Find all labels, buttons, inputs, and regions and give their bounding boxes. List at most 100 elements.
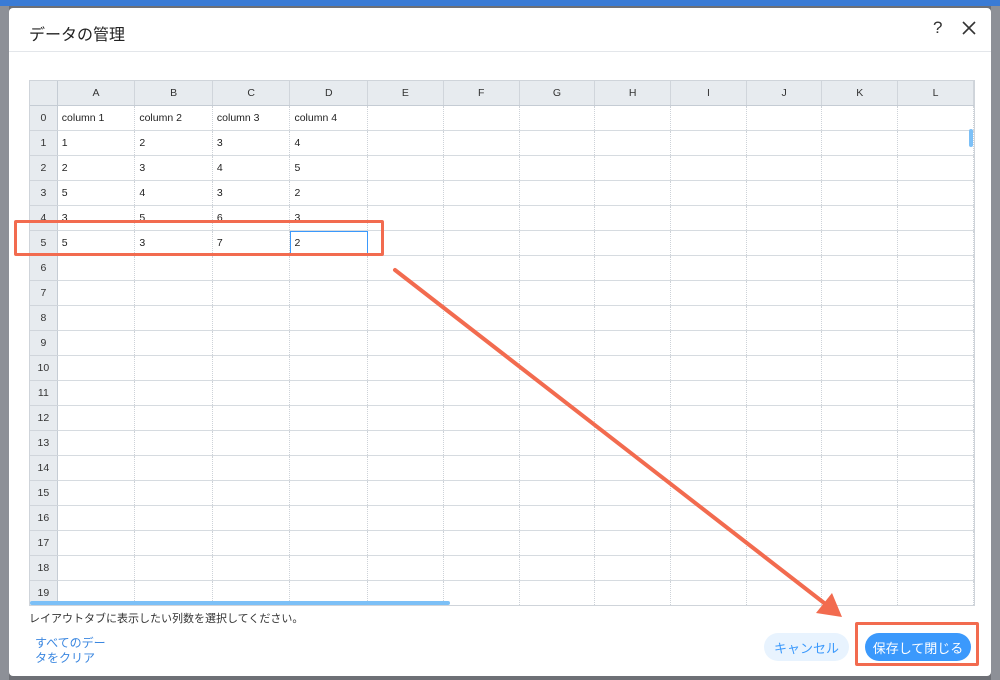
grid-cell[interactable] [594, 130, 672, 156]
grid-cell[interactable] [594, 580, 672, 605]
grid-cell[interactable]: 2 [134, 130, 213, 156]
grid-cell[interactable] [367, 155, 444, 181]
row-header[interactable]: 8 [30, 305, 58, 331]
grid-cell[interactable] [821, 555, 899, 581]
grid-cell[interactable] [289, 530, 369, 556]
grid-cell[interactable] [443, 305, 520, 331]
column-header[interactable]: K [821, 81, 899, 106]
grid-cell[interactable] [519, 455, 596, 481]
grid-cell[interactable] [212, 380, 291, 406]
grid-cell[interactable] [443, 255, 520, 281]
grid-cell[interactable]: 3 [212, 130, 291, 156]
grid-cell[interactable] [670, 455, 747, 481]
grid-cell[interactable] [57, 480, 136, 506]
grid-cell[interactable] [519, 430, 596, 456]
grid-cell[interactable] [212, 305, 291, 331]
grid-cell[interactable] [519, 405, 596, 431]
grid-cell[interactable] [134, 380, 213, 406]
grid-cell[interactable] [212, 280, 291, 306]
grid-cell[interactable] [594, 155, 672, 181]
column-header[interactable]: H [594, 81, 672, 106]
grid-cell[interactable] [594, 355, 672, 381]
grid-cell[interactable]: 4 [134, 180, 213, 206]
grid-cell[interactable] [746, 180, 823, 206]
grid-cell[interactable] [212, 480, 291, 506]
grid-cell[interactable] [443, 330, 520, 356]
grid-cell[interactable] [897, 130, 974, 156]
grid-cell[interactable] [443, 230, 520, 256]
grid-cell[interactable] [746, 105, 823, 131]
grid-cell[interactable] [367, 130, 444, 156]
grid-cell[interactable] [57, 430, 136, 456]
grid-cell[interactable] [519, 180, 596, 206]
grid-cell[interactable] [443, 105, 520, 131]
grid-cell[interactable] [443, 480, 520, 506]
row-header[interactable]: 13 [30, 430, 58, 456]
grid-cell[interactable] [519, 255, 596, 281]
grid-cell[interactable] [746, 305, 823, 331]
grid-cell[interactable] [821, 230, 899, 256]
row-header[interactable]: 15 [30, 480, 58, 506]
grid-cell[interactable] [212, 455, 291, 481]
grid-cell[interactable] [746, 455, 823, 481]
grid-cell[interactable] [594, 530, 672, 556]
grid-cell[interactable] [670, 330, 747, 356]
grid-cell[interactable] [519, 230, 596, 256]
grid-cell[interactable] [746, 355, 823, 381]
grid-cell[interactable] [897, 455, 974, 481]
grid-cell[interactable] [134, 405, 213, 431]
grid-cell[interactable] [519, 205, 596, 231]
grid-cell[interactable] [289, 555, 369, 581]
grid-cell[interactable] [897, 355, 974, 381]
grid-cell[interactable]: 4 [212, 155, 291, 181]
grid-cell[interactable] [57, 305, 136, 331]
grid-cell[interactable] [443, 405, 520, 431]
grid-cell[interactable] [821, 430, 899, 456]
grid-cell[interactable] [746, 130, 823, 156]
grid-cell[interactable] [594, 255, 672, 281]
grid-cell[interactable] [367, 280, 444, 306]
grid-cell[interactable] [821, 505, 899, 531]
grid-cell[interactable] [594, 205, 672, 231]
grid-cell[interactable] [289, 455, 369, 481]
grid-cell[interactable]: column 3 [212, 105, 291, 131]
grid-cell[interactable] [746, 155, 823, 181]
grid-cell[interactable] [670, 480, 747, 506]
clear-all-data-link[interactable]: すべてのデータをクリア [35, 636, 107, 666]
grid-cell[interactable] [746, 205, 823, 231]
grid-cell[interactable] [57, 505, 136, 531]
column-header[interactable]: C [212, 81, 291, 106]
grid-cell[interactable] [670, 405, 747, 431]
row-header[interactable]: 10 [30, 355, 58, 381]
grid-cell[interactable] [746, 555, 823, 581]
grid-cell[interactable] [134, 430, 213, 456]
grid-cell[interactable] [443, 180, 520, 206]
grid-cell[interactable] [746, 580, 823, 605]
grid-cell[interactable] [897, 380, 974, 406]
grid-cell[interactable] [443, 280, 520, 306]
grid-cell[interactable]: 5 [289, 155, 369, 181]
grid-cell[interactable] [289, 355, 369, 381]
grid-cell[interactable] [746, 330, 823, 356]
column-header[interactable]: I [670, 81, 747, 106]
grid-cell[interactable] [57, 255, 136, 281]
grid-cell[interactable] [897, 480, 974, 506]
grid-cell[interactable] [212, 505, 291, 531]
grid-cell[interactable] [57, 355, 136, 381]
grid-cell[interactable] [134, 330, 213, 356]
grid-cell[interactable] [212, 355, 291, 381]
grid-cell[interactable] [134, 530, 213, 556]
grid-cell[interactable] [367, 555, 444, 581]
grid-cell[interactable] [443, 130, 520, 156]
grid-cell[interactable] [821, 155, 899, 181]
grid-cell[interactable] [212, 255, 291, 281]
grid-cell[interactable] [519, 555, 596, 581]
grid-cell[interactable] [670, 230, 747, 256]
grid-cell[interactable] [57, 530, 136, 556]
grid-cell[interactable] [821, 580, 899, 605]
grid-cell[interactable] [57, 380, 136, 406]
grid-cell[interactable] [897, 280, 974, 306]
grid-cell[interactable] [821, 455, 899, 481]
column-header[interactable]: E [367, 81, 444, 106]
grid-cell[interactable] [519, 305, 596, 331]
